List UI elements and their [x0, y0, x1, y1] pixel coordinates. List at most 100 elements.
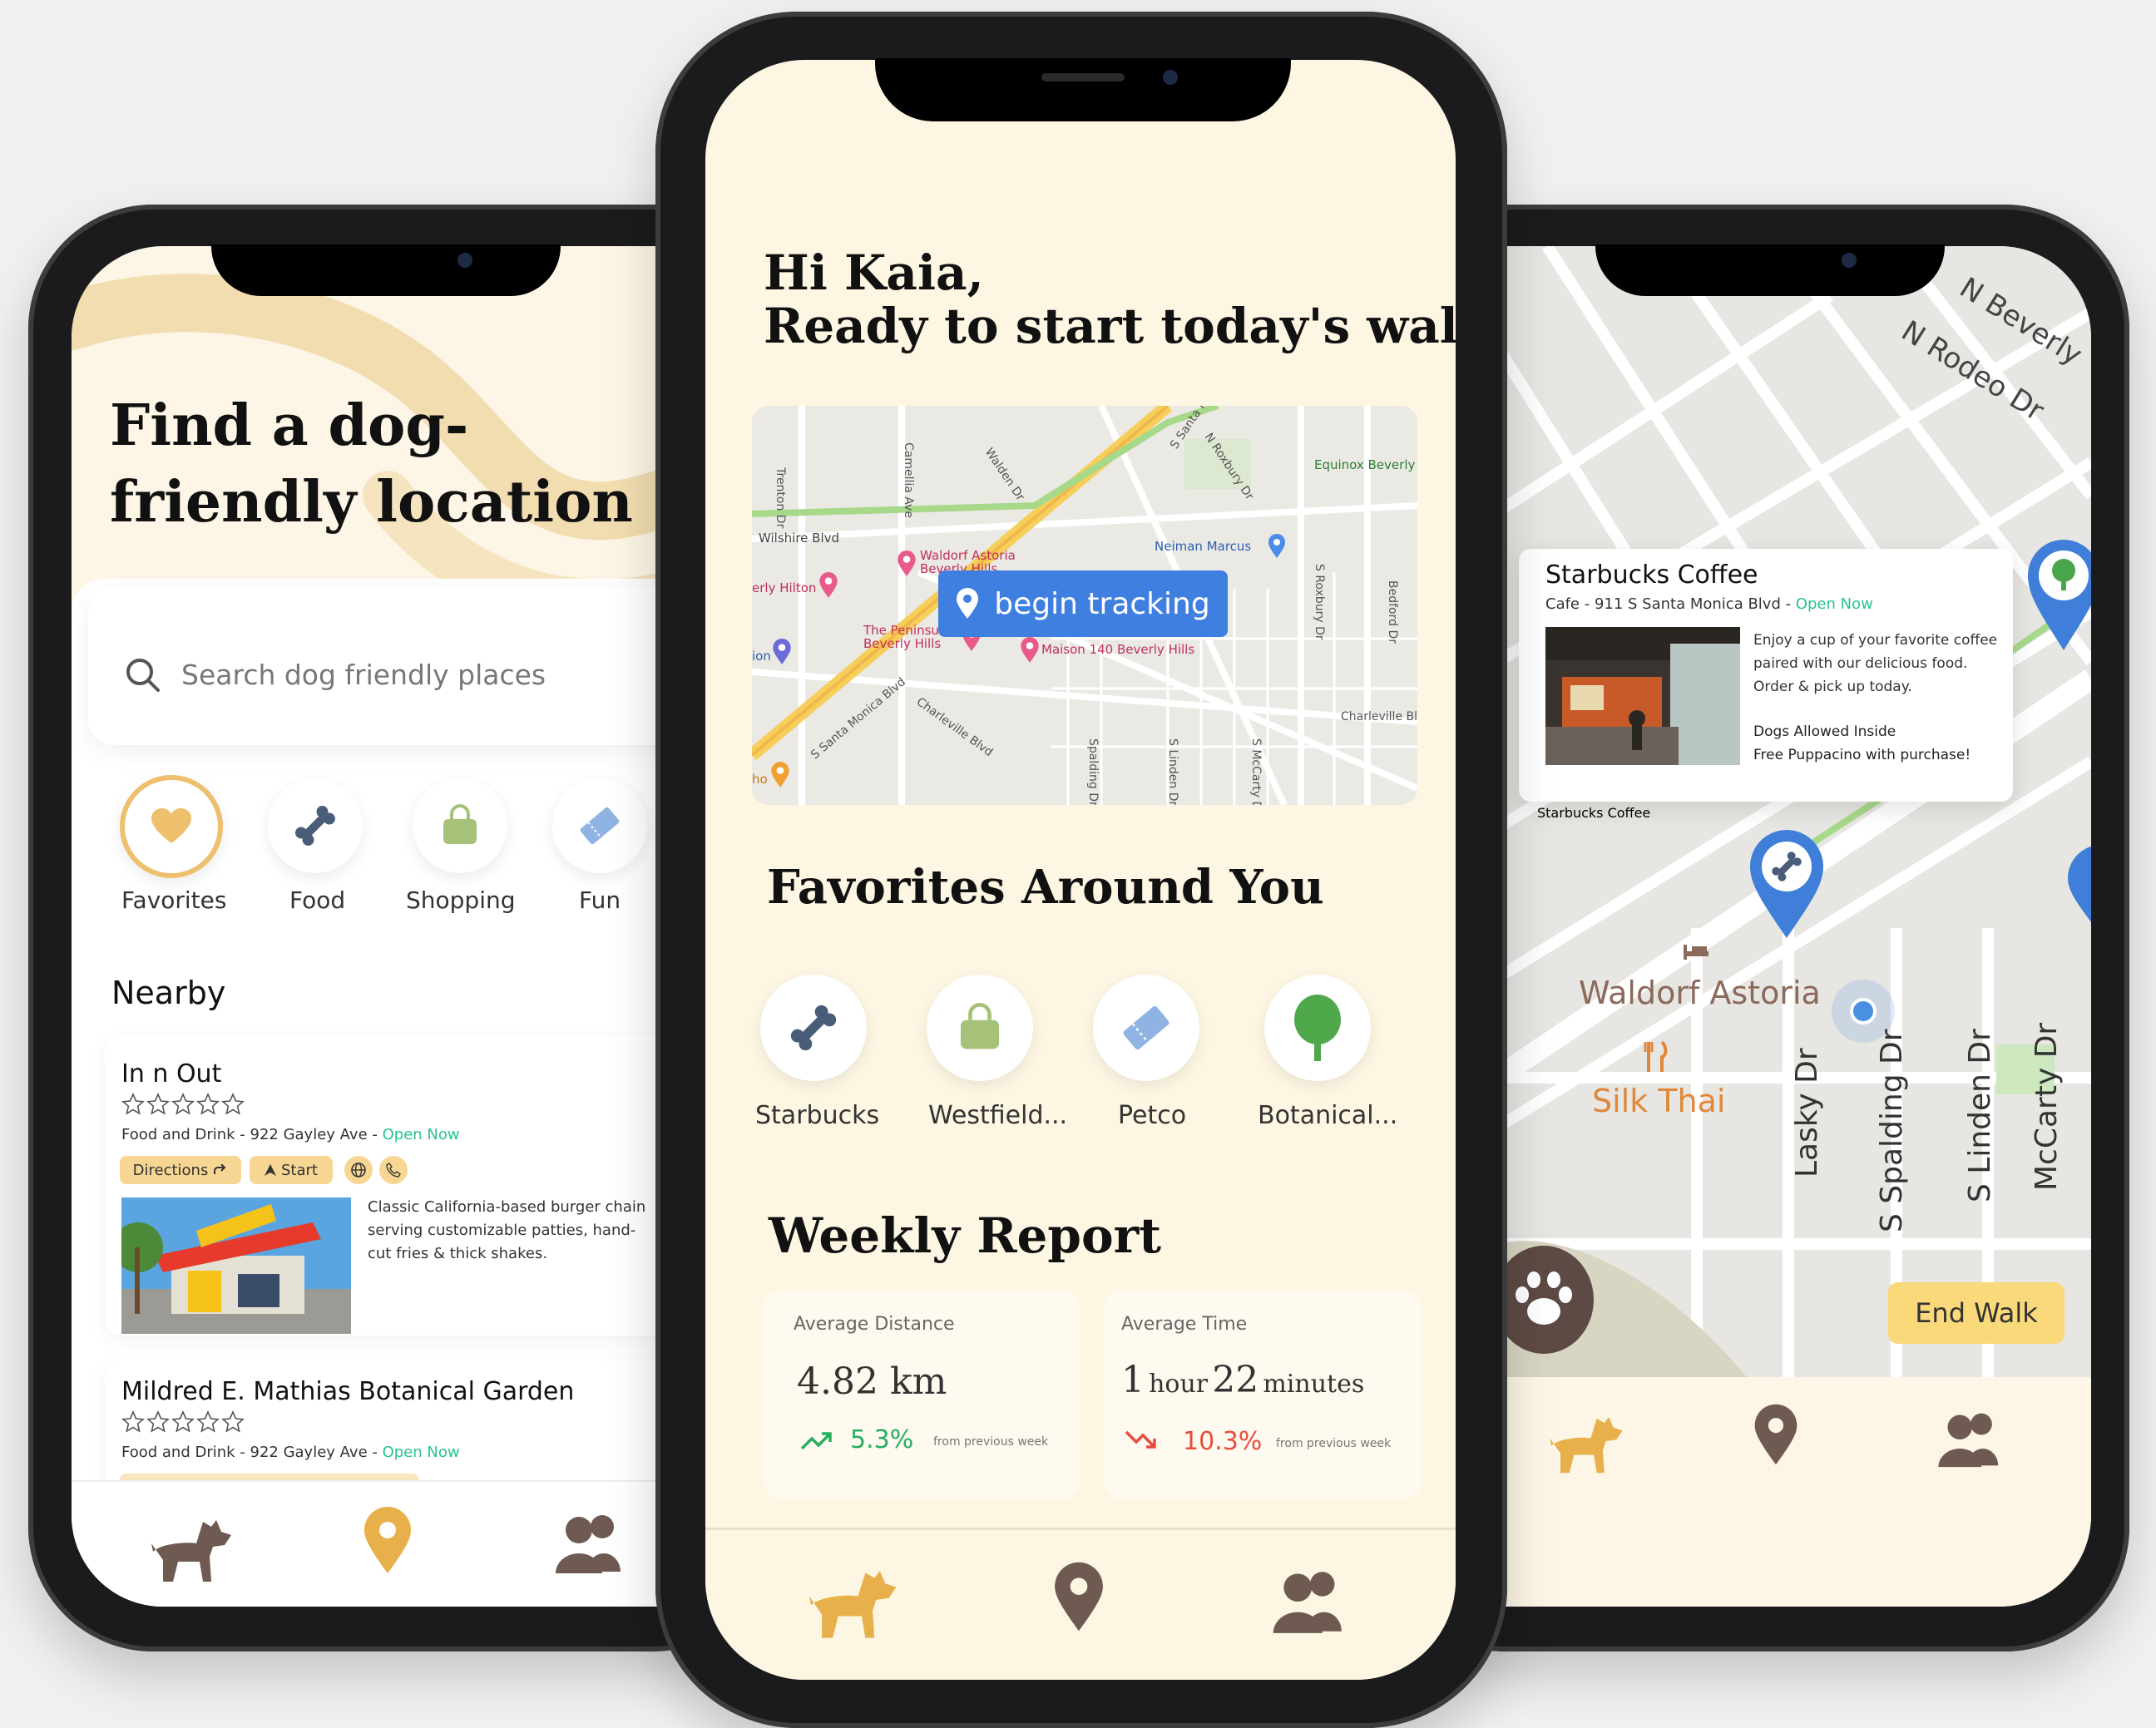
- map-label-lion: ion: [752, 649, 771, 664]
- place-description: Enjoy a cup of your favorite coffee pair…: [1753, 632, 1998, 695]
- category-fun-label: Fun: [579, 886, 621, 914]
- in-n-out-photo: [121, 1197, 351, 1334]
- dog-tab-icon[interactable]: [145, 1510, 236, 1585]
- map-label-neiman: Neiman Marcus: [1155, 539, 1252, 554]
- restaurant-icon: [1644, 1040, 1668, 1072]
- search-bar[interactable]: Search dog friendly places: [88, 587, 670, 745]
- stat-change: 10.3%: [1183, 1427, 1263, 1456]
- greeting-name: Hi Kaia,: [764, 244, 984, 301]
- trend-down-icon: [1125, 1430, 1156, 1449]
- map-label-wilshire: Wilshire Blvd: [759, 531, 840, 546]
- place-name[interactable]: Mildred E. Mathias Botanical Garden: [121, 1377, 574, 1406]
- start-button[interactable]: Start: [250, 1156, 333, 1184]
- place-meta-text: Food and Drink - 922 Gayley Ave -: [121, 1444, 383, 1461]
- page-title: Find a dog-friendly location: [110, 393, 633, 536]
- heart-icon: [151, 808, 191, 843]
- star-rating[interactable]: [121, 1093, 246, 1119]
- stat-value-minutes: 22: [1212, 1359, 1259, 1401]
- report-heading: Weekly Report: [769, 1207, 1162, 1264]
- map-label-bedford: Bedford Dr: [1386, 580, 1399, 644]
- globe-icon: [351, 1163, 366, 1178]
- map-label-hilton: erly Hilton: [752, 580, 817, 595]
- open-status: Open Now: [1795, 595, 1873, 613]
- dog-tab-icon[interactable]: [1544, 1407, 1627, 1477]
- ticket-icon: [580, 807, 620, 845]
- favorite-petco-label: Petco: [1118, 1101, 1187, 1130]
- people-tab-icon[interactable]: [1936, 1410, 2006, 1469]
- location-tab-icon[interactable]: [361, 1505, 414, 1575]
- place-photo: [121, 1197, 351, 1334]
- category-shopping-button[interactable]: [413, 778, 507, 873]
- place-name[interactable]: In n Out: [121, 1059, 221, 1089]
- stat-value: 1 hour 22 minutes: [1121, 1359, 1364, 1401]
- open-status: Open Now: [382, 1444, 460, 1461]
- starbucks-photo: [1545, 627, 1740, 765]
- camera-icon: [457, 253, 472, 268]
- stat-change: 5.3%: [850, 1425, 914, 1454]
- category-food-label: Food: [289, 886, 346, 914]
- map-pin-ho: [771, 762, 789, 787]
- map-label-lasky: Lasky Dr: [1790, 1048, 1824, 1178]
- search-input[interactable]: Search dog friendly places: [181, 659, 546, 691]
- camera-icon: [1842, 253, 1857, 268]
- begin-tracking-button[interactable]: begin tracking: [938, 570, 1228, 637]
- phone-icon: [386, 1163, 401, 1178]
- bone-icon: [790, 1005, 837, 1051]
- directions-button[interactable]: Directions: [120, 1156, 241, 1184]
- category-food-button[interactable]: [268, 778, 363, 873]
- right-notch: [1595, 244, 1945, 296]
- people-tab-icon[interactable]: [1271, 1568, 1351, 1635]
- tree-icon: [1294, 995, 1341, 1061]
- map-label-charleville-2: Charleville Bl: [1341, 710, 1417, 723]
- category-fun-button[interactable]: [552, 778, 647, 873]
- map-label-equinox: Equinox Beverly: [1314, 457, 1416, 472]
- dog-tab-icon[interactable]: [802, 1560, 902, 1642]
- ticket-icon: [1123, 1005, 1169, 1050]
- search-icon: [126, 659, 160, 692]
- map-pin-food[interactable]: [1747, 828, 1827, 941]
- place-meta-text: Food and Drink - 922 Gayley Ave -: [121, 1126, 383, 1143]
- map-label-s-roxbury: S Roxbury Dr: [1313, 564, 1326, 640]
- favorite-starbucks-button[interactable]: [760, 975, 867, 1081]
- navigation-icon: [265, 1164, 276, 1176]
- stat-note: from previous week: [933, 1435, 1049, 1449]
- greeting-question: Ready to start today's walk?: [764, 298, 1456, 354]
- center-screen: Hi Kaia, Ready to start today's walk? Wi…: [705, 60, 1456, 1680]
- map-pin-maison: [1021, 637, 1039, 663]
- place-description: Classic California-based burger chain se…: [368, 1198, 646, 1262]
- website-button[interactable]: [344, 1156, 373, 1184]
- favorite-botanical-button[interactable]: [1264, 975, 1371, 1081]
- tab-bar: [705, 1528, 1456, 1680]
- category-favorites-button[interactable]: [120, 775, 223, 878]
- location-tab-icon[interactable]: [1051, 1560, 1106, 1633]
- map-pin-edge[interactable]: [2068, 845, 2091, 945]
- map-pin-tree[interactable]: [2026, 537, 2091, 654]
- begin-tracking-label: begin tracking: [994, 586, 1210, 621]
- camera-icon: [1163, 70, 1178, 85]
- location-tab-icon[interactable]: [1752, 1402, 1800, 1467]
- star-rating[interactable]: [121, 1410, 246, 1437]
- stat-value: 4.82 km: [797, 1360, 947, 1403]
- stat-value-hours: 1: [1121, 1359, 1145, 1401]
- map-pin-hilton: [819, 572, 838, 598]
- map-pin-lion: [773, 639, 791, 664]
- center-notch: [875, 58, 1291, 121]
- people-tab-icon[interactable]: [554, 1512, 629, 1575]
- end-walk-label: End Walk: [1915, 1297, 2038, 1329]
- favorite-botanical-label: Botanical...: [1258, 1101, 1398, 1130]
- favorite-petco-button[interactable]: [1093, 975, 1199, 1081]
- map-label-silk-thai: Silk Thai: [1592, 1083, 1726, 1119]
- end-walk-button[interactable]: End Walk: [1888, 1282, 2065, 1344]
- map-pin-neiman: [1268, 534, 1285, 558]
- trend-up-icon: [800, 1432, 832, 1450]
- favorite-starbucks-label: Starbucks: [755, 1101, 880, 1130]
- map-label-ho: ho: [752, 772, 768, 787]
- paw-icon: [1516, 1271, 1572, 1325]
- paw-button[interactable]: [1497, 1246, 1594, 1354]
- favorite-westfield-button[interactable]: [927, 975, 1033, 1081]
- place-meta: Food and Drink - 922 Gayley Ave - Open N…: [121, 1126, 460, 1143]
- map-label-mccarty: McCarty Dr: [2030, 1022, 2064, 1191]
- call-button[interactable]: [379, 1156, 408, 1184]
- directions-label: Directions: [132, 1161, 209, 1179]
- favorites-heading: Favorites Around You: [767, 860, 1324, 915]
